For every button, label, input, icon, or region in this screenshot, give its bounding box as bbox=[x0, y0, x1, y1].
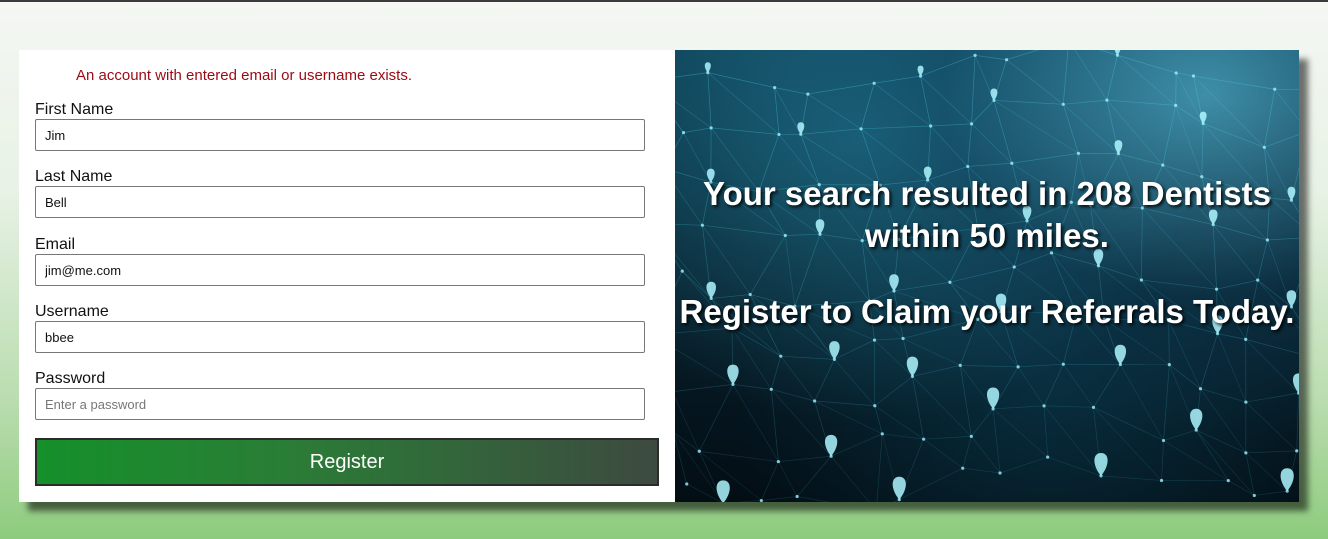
password-input[interactable] bbox=[35, 388, 645, 420]
first-name-group: First Name bbox=[35, 101, 645, 151]
email-group: Email bbox=[35, 236, 645, 286]
promo-panel: Your search resulted in 208 Dentists wit… bbox=[675, 50, 1299, 502]
promo-line-results: Your search resulted in 208 Dentists wit… bbox=[703, 175, 1271, 254]
top-border bbox=[0, 0, 1328, 2]
username-input[interactable] bbox=[35, 321, 645, 353]
first-name-input[interactable] bbox=[35, 119, 645, 151]
registration-form: An account with entered email or usernam… bbox=[19, 50, 675, 502]
last-name-group: Last Name bbox=[35, 168, 645, 218]
register-button[interactable]: Register bbox=[35, 438, 659, 486]
email-input[interactable] bbox=[35, 254, 645, 286]
error-message: An account with entered email or usernam… bbox=[76, 67, 412, 84]
last-name-input[interactable] bbox=[35, 186, 645, 218]
promo-message: Your search resulted in 208 Dentists wit… bbox=[675, 173, 1299, 333]
password-label: Password bbox=[35, 370, 106, 387]
promo-line-register: Register to Claim your Referrals Today. bbox=[679, 293, 1295, 330]
last-name-label: Last Name bbox=[35, 168, 113, 185]
registration-card: An account with entered email or usernam… bbox=[19, 50, 1299, 502]
email-label: Email bbox=[35, 236, 76, 253]
first-name-label: First Name bbox=[35, 101, 114, 118]
username-label: Username bbox=[35, 303, 109, 320]
password-group: Password bbox=[35, 370, 645, 420]
username-group: Username bbox=[35, 303, 645, 353]
